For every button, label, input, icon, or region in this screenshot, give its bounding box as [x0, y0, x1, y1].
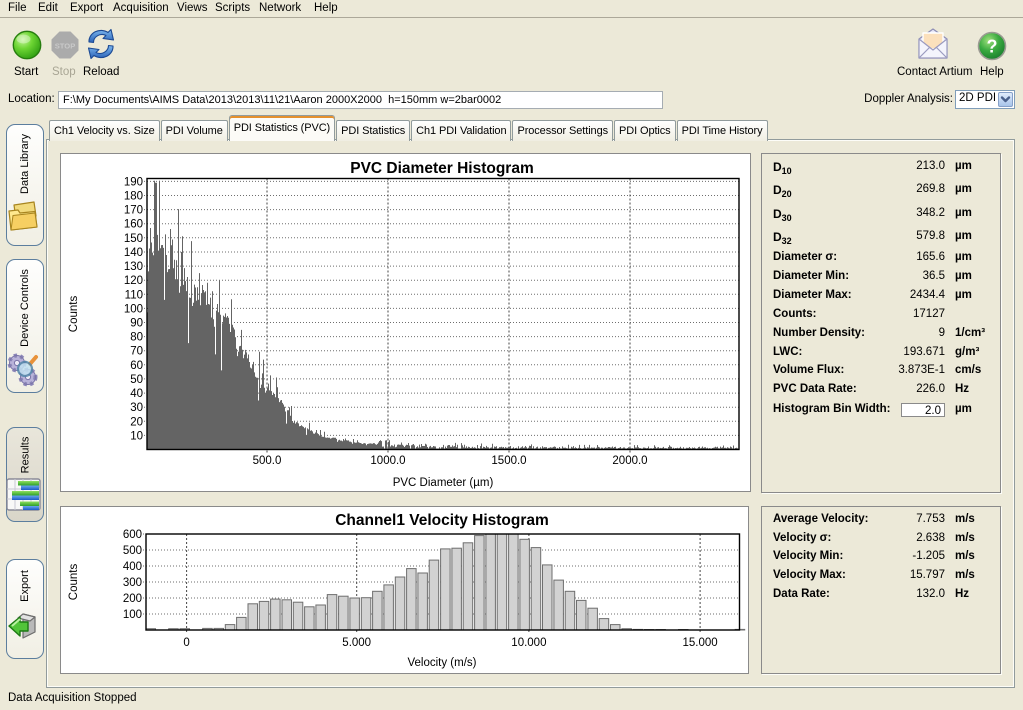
svg-text:200: 200	[123, 593, 142, 605]
svg-text:160: 160	[124, 219, 143, 231]
svg-text:110: 110	[125, 289, 143, 301]
svg-text:15.000: 15.000	[683, 637, 718, 649]
svg-text:Counts: Counts	[68, 564, 80, 601]
svg-text:600: 600	[123, 529, 142, 541]
svg-text:20: 20	[130, 416, 143, 428]
svg-text:140: 140	[124, 247, 143, 259]
svg-text:500: 500	[123, 545, 142, 557]
svg-text:170: 170	[124, 205, 143, 217]
svg-text:400: 400	[123, 561, 142, 573]
svg-text:180: 180	[124, 191, 143, 203]
svg-text:?: ?	[987, 37, 998, 57]
svg-text:40: 40	[130, 388, 143, 400]
svg-text:130: 130	[124, 261, 143, 273]
svg-text:0: 0	[183, 637, 189, 649]
svg-text:70: 70	[130, 346, 143, 358]
svg-text:STOP: STOP	[55, 41, 76, 50]
svg-text:500.0: 500.0	[253, 455, 282, 467]
svg-text:5.000: 5.000	[342, 637, 371, 649]
svg-text:Counts: Counts	[68, 296, 80, 333]
svg-text:50: 50	[130, 374, 143, 386]
svg-text:1500.0: 1500.0	[491, 455, 526, 467]
svg-text:Velocity (m/s): Velocity (m/s)	[407, 657, 476, 669]
svg-text:PVC Diameter Histogram: PVC Diameter Histogram	[350, 160, 533, 177]
svg-text:100: 100	[124, 303, 143, 315]
svg-text:10.000: 10.000	[511, 637, 546, 649]
svg-text:90: 90	[130, 318, 143, 330]
svg-text:190: 190	[124, 176, 143, 188]
svg-text:10: 10	[130, 430, 143, 442]
svg-text:100: 100	[123, 609, 142, 621]
svg-text:30: 30	[130, 402, 143, 414]
svg-text:60: 60	[130, 360, 143, 372]
svg-text:120: 120	[124, 275, 143, 287]
svg-text:300: 300	[123, 577, 142, 589]
svg-text:PVC Diameter (µm): PVC Diameter (µm)	[393, 477, 494, 489]
svg-text:80: 80	[130, 332, 143, 344]
svg-text:150: 150	[124, 233, 143, 245]
svg-text:Channel1 Velocity Histogram: Channel1 Velocity Histogram	[335, 512, 549, 529]
svg-text:1000.0: 1000.0	[370, 455, 405, 467]
svg-text:2000.0: 2000.0	[612, 455, 647, 467]
